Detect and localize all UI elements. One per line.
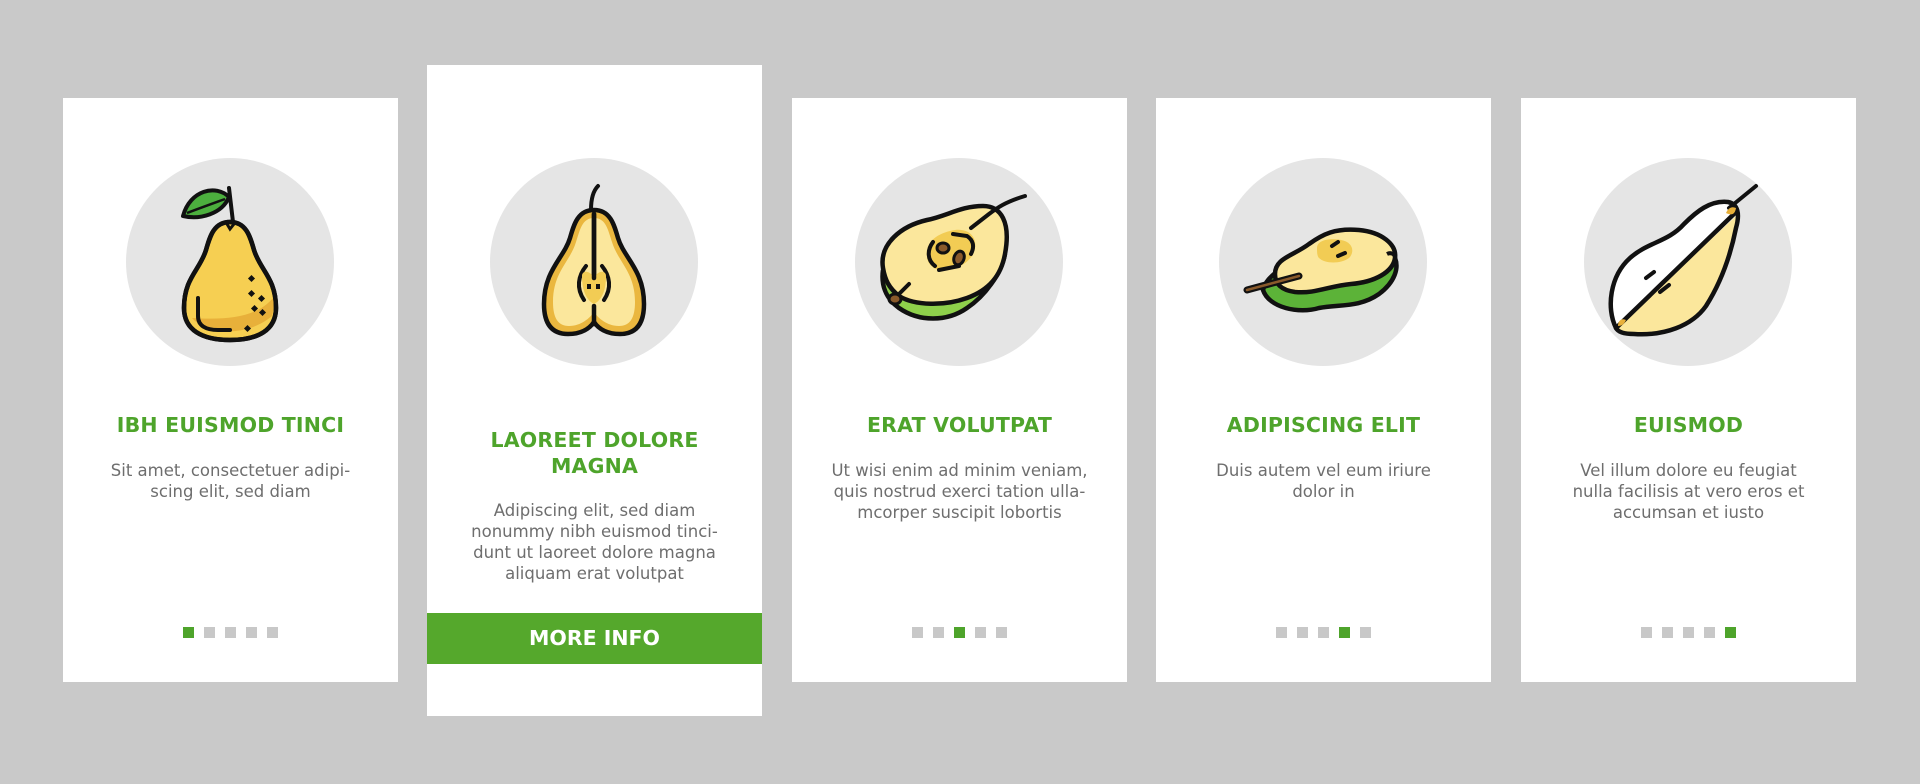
page-dot-4[interactable] bbox=[975, 627, 986, 638]
onboarding-card-1: IBH EUISMOD TINCI Sit amet, consectetuer… bbox=[63, 98, 398, 682]
card-description: Sit amet, consectetuer adipi- scing elit… bbox=[110, 461, 351, 501]
whole-pear-with-leaf-icon bbox=[181, 186, 279, 343]
pagination-dots bbox=[63, 627, 398, 638]
page-dot-1-active[interactable] bbox=[183, 627, 194, 638]
page-dot-1[interactable] bbox=[1641, 627, 1652, 638]
page-dot-2[interactable] bbox=[1297, 627, 1308, 638]
card-description: Vel illum dolore eu feugiat nulla facili… bbox=[1572, 461, 1805, 522]
onboarding-card-4: ADIPISCING ELIT Duis autem vel eum iriur… bbox=[1156, 98, 1491, 682]
onboarding-card-5: EUISMOD Vel illum dolore eu feugiat null… bbox=[1521, 98, 1856, 682]
pear-half-seeds-icon bbox=[880, 194, 1027, 321]
page-dot-1[interactable] bbox=[912, 627, 923, 638]
card-title: LAOREET DOLORE MAGNA bbox=[490, 428, 699, 478]
page-dot-2[interactable] bbox=[1662, 627, 1673, 638]
page-dot-1[interactable] bbox=[1276, 627, 1287, 638]
page-dot-3-active[interactable] bbox=[954, 627, 965, 638]
page-dot-2[interactable] bbox=[933, 627, 944, 638]
icon-circle bbox=[1219, 158, 1427, 366]
card-title: ADIPISCING ELIT bbox=[1226, 413, 1421, 437]
page-dot-5-active[interactable] bbox=[1725, 627, 1736, 638]
card-description: Ut wisi enim ad minim veniam, quis nostr… bbox=[831, 461, 1088, 522]
icon-circle bbox=[855, 158, 1063, 366]
onboarding-card-3: ERAT VOLUTPAT Ut wisi enim ad minim veni… bbox=[792, 98, 1127, 682]
page-dot-4[interactable] bbox=[246, 627, 257, 638]
card-description: Duis autem vel eum iriure dolor in bbox=[1216, 461, 1431, 501]
page-dot-3[interactable] bbox=[1318, 627, 1329, 638]
pear-slice-icon bbox=[1608, 184, 1758, 337]
icon-circle bbox=[126, 158, 334, 366]
pagination-dots bbox=[1156, 627, 1491, 638]
icon-circle bbox=[1584, 158, 1792, 366]
card-title: IBH EUISMOD TINCI bbox=[116, 413, 345, 437]
page-dot-4-active[interactable] bbox=[1339, 627, 1350, 638]
pagination-dots bbox=[792, 627, 1127, 638]
page-dot-5[interactable] bbox=[267, 627, 278, 638]
page-dot-4[interactable] bbox=[1704, 627, 1715, 638]
green-pear-half-icon bbox=[1243, 227, 1399, 313]
more-info-button[interactable]: MORE INFO bbox=[427, 613, 762, 664]
page-dot-5[interactable] bbox=[1360, 627, 1371, 638]
icon-circle bbox=[490, 158, 698, 366]
page-dot-3[interactable] bbox=[1683, 627, 1694, 638]
card-description: Adipiscing elit, sed diam nonummy nibh e… bbox=[471, 501, 718, 583]
page-dot-5[interactable] bbox=[996, 627, 1007, 638]
page-dot-2[interactable] bbox=[204, 627, 215, 638]
pear-cross-section-icon bbox=[541, 184, 647, 337]
onboarding-card-2: LAOREET DOLORE MAGNA Adipiscing elit, se… bbox=[427, 65, 762, 716]
page-dot-3[interactable] bbox=[225, 627, 236, 638]
pagination-dots bbox=[1521, 627, 1856, 638]
card-title: EUISMOD bbox=[1633, 413, 1744, 437]
card-title: ERAT VOLUTPAT bbox=[866, 413, 1053, 437]
